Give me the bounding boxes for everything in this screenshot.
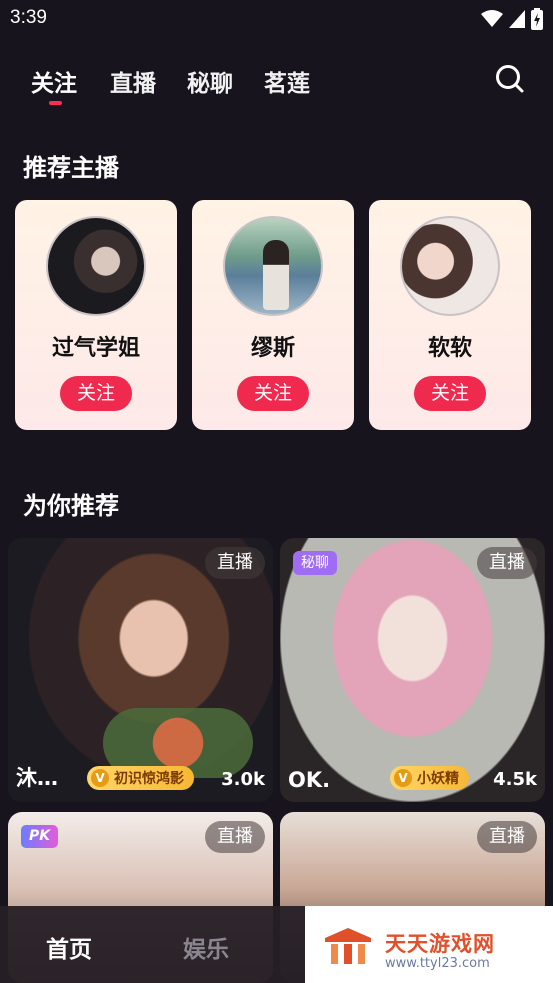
anchor-name: 缪斯: [250, 336, 295, 361]
level-label: 初识惊鸿影: [114, 771, 184, 787]
follow-button[interactable]: 关注: [414, 376, 486, 411]
anchor-card[interactable]: 过气学姐 关注: [15, 200, 177, 430]
tab-secret-chat[interactable]: 秘聊: [187, 64, 233, 98]
pk-badge: PK: [21, 825, 58, 848]
watermark-title: 天天游戏网: [385, 932, 495, 956]
live-badge: 直播: [477, 547, 537, 579]
watermark-url: www.ttyl23.com: [385, 956, 490, 971]
level-v-icon: V: [394, 769, 412, 787]
battery-icon: [531, 8, 543, 30]
avatar[interactable]: [223, 216, 323, 316]
status-icons: [481, 8, 543, 30]
bottom-nav: 首页 娱乐: [0, 906, 305, 983]
nav-entertainment[interactable]: 娱乐: [183, 930, 229, 964]
wifi-icon: [481, 10, 503, 27]
anchor-name: 软软: [427, 336, 472, 361]
tab-minglian[interactable]: 茗莲: [264, 64, 310, 98]
recommended-anchors-title: 推荐主播: [23, 154, 119, 182]
follow-button[interactable]: 关注: [237, 376, 309, 411]
top-tab-bar: 关注 直播 秘聊 茗莲: [0, 60, 553, 110]
level-tag: V 小妖精: [390, 766, 469, 790]
avatar[interactable]: [46, 216, 146, 316]
viewer-count: 4.5k: [493, 769, 537, 790]
live-badge: 直播: [205, 821, 265, 853]
site-watermark: 天天游戏网 www.ttyl23.com: [305, 906, 553, 983]
active-tab-indicator: [49, 101, 62, 105]
for-you-title: 为你推荐: [23, 492, 119, 520]
tab-following[interactable]: 关注: [31, 64, 77, 98]
tab-live[interactable]: 直播: [110, 64, 156, 98]
anchor-card[interactable]: 软软 关注: [369, 200, 531, 430]
streamer-name: 沐…: [16, 766, 58, 790]
live-badge: 直播: [205, 547, 265, 579]
live-room-card[interactable]: 直播 沐… V 初识惊鸿影 3.0k: [8, 538, 273, 802]
anchor-name: 过气学姐: [51, 336, 140, 361]
anchor-card[interactable]: 缪斯 关注: [192, 200, 354, 430]
status-time: 3:39: [10, 7, 47, 28]
signal-icon: [509, 10, 525, 28]
status-bar: 3:39: [0, 0, 553, 38]
nav-home[interactable]: 首页: [46, 930, 92, 964]
search-icon[interactable]: [495, 64, 525, 94]
level-label: 小妖精: [417, 771, 459, 787]
live-room-card[interactable]: 秘聊 直播 OK. V 小妖精 4.5k: [280, 538, 545, 802]
viewer-count: 3.0k: [221, 769, 265, 790]
site-logo-icon: [325, 928, 371, 964]
streamer-name: OK.: [288, 768, 331, 792]
level-v-icon: V: [91, 769, 109, 787]
follow-button[interactable]: 关注: [60, 376, 132, 411]
secret-chat-badge: 秘聊: [293, 551, 337, 575]
live-badge: 直播: [477, 821, 537, 853]
avatar[interactable]: [400, 216, 500, 316]
level-tag: V 初识惊鸿影: [87, 766, 194, 790]
